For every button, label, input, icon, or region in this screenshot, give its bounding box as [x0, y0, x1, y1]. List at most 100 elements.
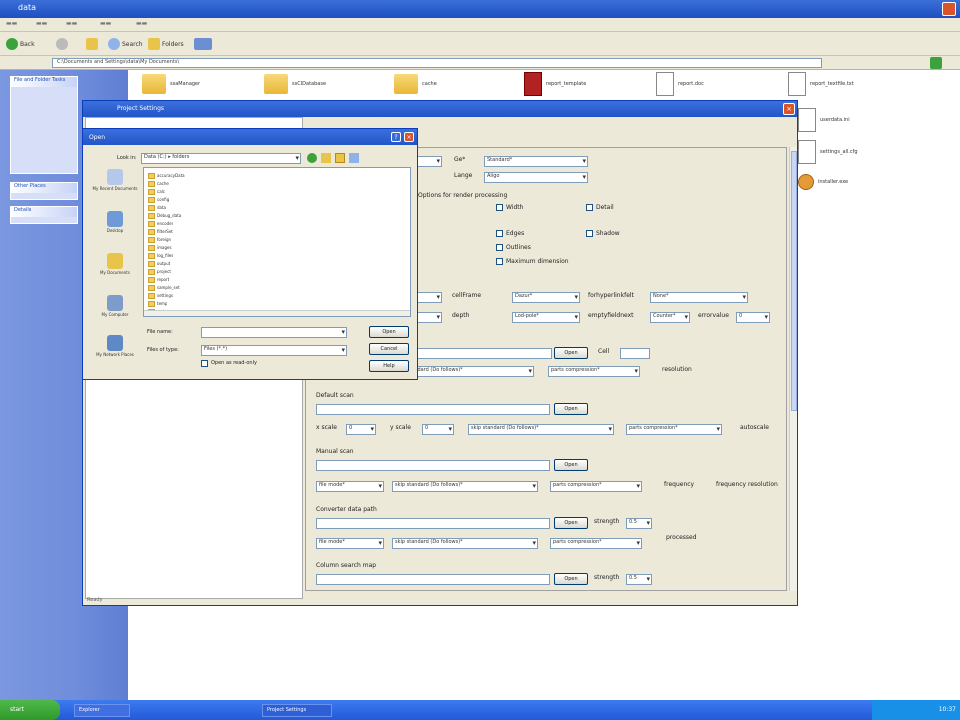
back-button[interactable]: Back	[6, 37, 35, 51]
list-item[interactable]: encoder	[148, 220, 208, 227]
file-type-select[interactable]: Files (*.*)	[201, 345, 347, 356]
shadow-checkbox[interactable]	[586, 230, 593, 237]
menu-edit[interactable]: ▬▬	[36, 20, 47, 27]
help-button[interactable]: ?	[391, 132, 401, 142]
list-item[interactable]: cache	[148, 180, 208, 187]
go-icon[interactable]	[930, 57, 942, 69]
open-dialog-close-button[interactable]: ×	[404, 132, 414, 142]
list-item[interactable]: config	[148, 196, 208, 203]
dialog-close-button[interactable]: ×	[783, 103, 795, 115]
hyperlink-select[interactable]: None*	[650, 292, 748, 303]
row7-compression-select[interactable]: parts compression*	[550, 538, 642, 549]
list-item[interactable]: accuracyData	[148, 172, 208, 179]
emptyfield-select[interactable]: Counter*	[650, 312, 690, 323]
cellframe-select[interactable]: Dazur*	[512, 292, 580, 303]
row6-standard-select[interactable]: skip standard (Do follows)*	[392, 481, 538, 492]
file-item[interactable]: settings_all.cfg	[798, 140, 858, 164]
detail-checkbox[interactable]	[586, 204, 593, 211]
pattern-open-button[interactable]: Open	[554, 347, 588, 359]
list-item[interactable]: data	[148, 204, 208, 211]
cancel-button[interactable]: Cancel	[369, 343, 409, 355]
place-recent[interactable]: My Recent Documents	[89, 167, 141, 207]
x-scale-spinner[interactable]: 0	[346, 424, 376, 435]
list-item[interactable]: temp	[148, 300, 208, 307]
list-item[interactable]: log_files	[148, 252, 208, 259]
file-list[interactable]: accuracyData cache calc config data Debu…	[143, 167, 411, 317]
max-dimension-checkbox[interactable]	[496, 258, 503, 265]
manual-scan-input[interactable]	[316, 460, 550, 471]
cell-input[interactable]	[620, 348, 650, 359]
pattern-path-input[interactable]	[406, 348, 552, 359]
readonly-checkbox[interactable]	[201, 360, 208, 367]
file-item[interactable]: report_template	[524, 72, 586, 96]
menu-file[interactable]: ▬▬	[6, 20, 17, 27]
look-in-select[interactable]: Data (C:) ▸ folders	[141, 153, 301, 164]
list-item[interactable]: sample_set	[148, 284, 208, 291]
errorvalue-spinner[interactable]: 0	[736, 312, 770, 323]
scrollbar-thumb[interactable]	[791, 151, 797, 411]
place-my-documents[interactable]: My Documents	[89, 251, 141, 291]
list-item[interactable]: output	[148, 260, 208, 267]
lange-select[interactable]: Aligo	[484, 172, 588, 183]
menu-view[interactable]: ▬▬	[66, 20, 77, 27]
file-list-hscrollbar[interactable]	[144, 310, 410, 316]
list-item[interactable]: filterSet	[148, 228, 208, 235]
row7-standard-select[interactable]: skip standard (Do follows)*	[392, 538, 538, 549]
row4-compression-select[interactable]: parts compression*	[548, 366, 640, 377]
file-item[interactable]: userdata.ini	[798, 108, 850, 132]
search-button[interactable]: Search	[108, 37, 143, 51]
file-name-input[interactable]	[201, 327, 347, 338]
place-network[interactable]: My Network Places	[89, 333, 141, 373]
column-search-strength-spinner[interactable]: 0.5	[626, 574, 652, 585]
other-places-title[interactable]: Other Places	[11, 183, 77, 193]
taskbar-item-project-settings[interactable]: Project Settings	[262, 704, 332, 717]
up-folder-button[interactable]	[86, 37, 98, 51]
file-item[interactable]: report_textfile.txt	[788, 72, 854, 96]
row5-compression-select[interactable]: parts compression*	[626, 424, 722, 435]
file-item[interactable]: ssaManager	[142, 74, 200, 94]
depth-select[interactable]: Lod-pole*	[512, 312, 580, 323]
list-item[interactable]: settings	[148, 292, 208, 299]
row7-mode-select[interactable]: file mode*	[316, 538, 384, 549]
folders-button[interactable]: Folders	[148, 37, 184, 51]
list-item[interactable]: project	[148, 268, 208, 275]
address-field[interactable]: C:\Documents and Settings\data\My Docume…	[52, 58, 822, 68]
row5-standard-select[interactable]: skip standard (Do follows)*	[468, 424, 614, 435]
list-item[interactable]: foreign	[148, 236, 208, 243]
forward-button[interactable]	[56, 37, 68, 51]
new-folder-icon[interactable]	[335, 153, 345, 163]
views-button[interactable]	[194, 37, 212, 51]
row6-mode-select[interactable]: file mode*	[316, 481, 384, 492]
list-item[interactable]: images	[148, 244, 208, 251]
list-item[interactable]: calc	[148, 188, 208, 195]
form-scrollbar[interactable]	[789, 147, 797, 591]
manual-scan-open-button[interactable]: Open	[554, 459, 588, 471]
up-folder-icon[interactable]	[321, 153, 331, 163]
list-item[interactable]: report	[148, 276, 208, 283]
file-item[interactable]: installer.exe	[798, 174, 848, 190]
menu-favorites[interactable]: ▬▬	[100, 20, 111, 27]
column-search-input[interactable]	[316, 574, 550, 585]
place-desktop[interactable]: Desktop	[89, 209, 141, 249]
list-item[interactable]: Debug_data	[148, 212, 208, 219]
back-icon[interactable]	[307, 153, 317, 163]
view-menu-icon[interactable]	[349, 153, 359, 163]
edges-checkbox[interactable]	[496, 230, 503, 237]
taskbar-item-explorer[interactable]: Explorer	[74, 704, 130, 717]
file-item[interactable]: report.doc	[656, 72, 704, 96]
explorer-close-icon[interactable]	[942, 2, 956, 16]
menu-tools[interactable]: ▬▬	[136, 20, 147, 27]
default-scan-open-button[interactable]: Open	[554, 403, 588, 415]
converter-strength-spinner[interactable]: 0.5	[626, 518, 652, 529]
ge-select[interactable]: Standard*	[484, 156, 588, 167]
outlines-checkbox[interactable]	[496, 244, 503, 251]
converter-open-button[interactable]: Open	[554, 517, 588, 529]
column-search-open-button[interactable]: Open	[554, 573, 588, 585]
converter-path-input[interactable]	[316, 518, 550, 529]
start-button[interactable]: start	[0, 700, 60, 720]
details-title[interactable]: Details	[11, 207, 77, 217]
open-button[interactable]: Open	[369, 326, 409, 338]
file-item[interactable]: cache	[394, 74, 437, 94]
help-text-button[interactable]: Help	[369, 360, 409, 372]
row6-compression-select[interactable]: parts compression*	[550, 481, 642, 492]
